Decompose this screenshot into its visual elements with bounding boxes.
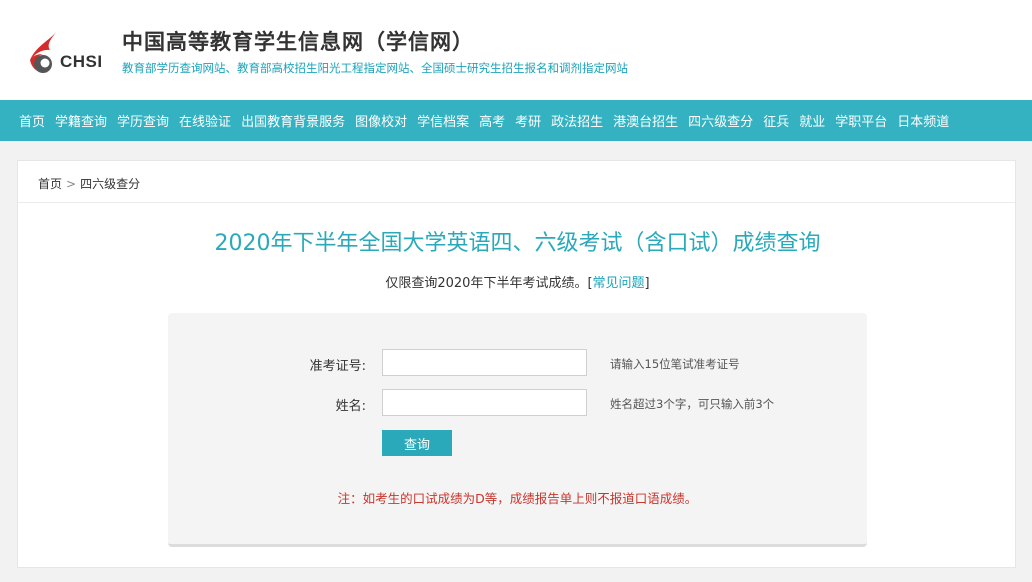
nav-item[interactable]: 四六级查分 [683,111,758,130]
site-subtitle: 教育部学历查询网站、教育部高校招生阳光工程指定网站、全国硕士研究生招生报名和调剂… [122,61,628,75]
logo-text: CHSI [60,52,103,71]
page-title: 2020年下半年全国大学英语四、六级考试（含口试）成绩查询 [214,231,821,256]
site-header: CHSI 中国高等教育学生信息网（学信网） 教育部学历查询网站、教育部高校招生阳… [0,0,1032,100]
name-label: 姓名: [335,399,366,414]
faq-link[interactable]: 常见问题 [593,276,645,291]
nav-item[interactable]: 学籍查询 [50,111,112,130]
breadcrumb: 首页 > 四六级查分 [38,175,140,192]
oral-grade-note: 注：如考生的口试成绩为D等，成绩报告单上则不报道口语成绩。 [337,491,698,506]
page-subtitle: 仅限查询2020年下半年考试成绩。[常见问题] [18,272,1017,291]
ticket-label: 准考证号: [309,359,366,374]
breadcrumb-divider [18,202,1015,203]
site-title[interactable]: 中国高等教育学生信息网（学信网） [122,26,474,56]
subtitle-text: 仅限查询2020年下半年考试成绩。 [385,276,588,291]
nav-list: 首页 学籍查询 学历查询 在线验证 出国教育背景服务 图像校对 学信档案 高考 考研 政法招生 港澳… [14,100,954,141]
name-hint: 姓名超过3个字，可只输入前3个 [610,397,775,411]
query-button[interactable]: 查询 [382,430,452,456]
ticket-number-input[interactable] [382,349,587,376]
breadcrumb-current[interactable]: 四六级查分 [80,177,140,191]
breadcrumb-separator: > [66,177,77,191]
nav-item[interactable]: 就业 [794,111,830,130]
content-panel: 首页 > 四六级查分 2020年下半年全国大学英语四、六级考试（含口试）成绩查询 仅… [17,160,1016,568]
nav-item[interactable]: 出国教育背景服务 [236,111,350,130]
nav-item[interactable]: 学职平台 [830,111,892,130]
nav-item[interactable]: 政法招生 [546,111,608,130]
name-input[interactable] [382,389,587,416]
ticket-hint: 请输入15位笔试准考证号 [610,357,740,371]
nav-item[interactable]: 学历查询 [112,111,174,130]
nav-item[interactable]: 首页 [14,111,50,130]
nav-item[interactable]: 港澳台招生 [608,111,683,130]
nav-item[interactable]: 学信档案 [412,111,474,130]
nav-item[interactable]: 高考 [474,111,510,130]
query-form: 准考证号: 请输入15位笔试准考证号 姓名: 姓名超过3个字，可只输入前3个 查… [168,313,867,547]
nav-item[interactable]: 在线验证 [174,111,236,130]
breadcrumb-home[interactable]: 首页 [38,177,62,191]
nav-item[interactable]: 图像校对 [350,111,412,130]
nav-item[interactable]: 考研 [510,111,546,130]
nav-item[interactable]: 日本频道 [892,111,954,130]
subtitle-bracket-close: ] [644,276,650,291]
nav-item[interactable]: 征兵 [758,111,794,130]
main-nav: 首页 学籍查询 学历查询 在线验证 出国教育背景服务 图像校对 学信档案 高考 考研 政法招生 港澳… [0,100,1032,141]
